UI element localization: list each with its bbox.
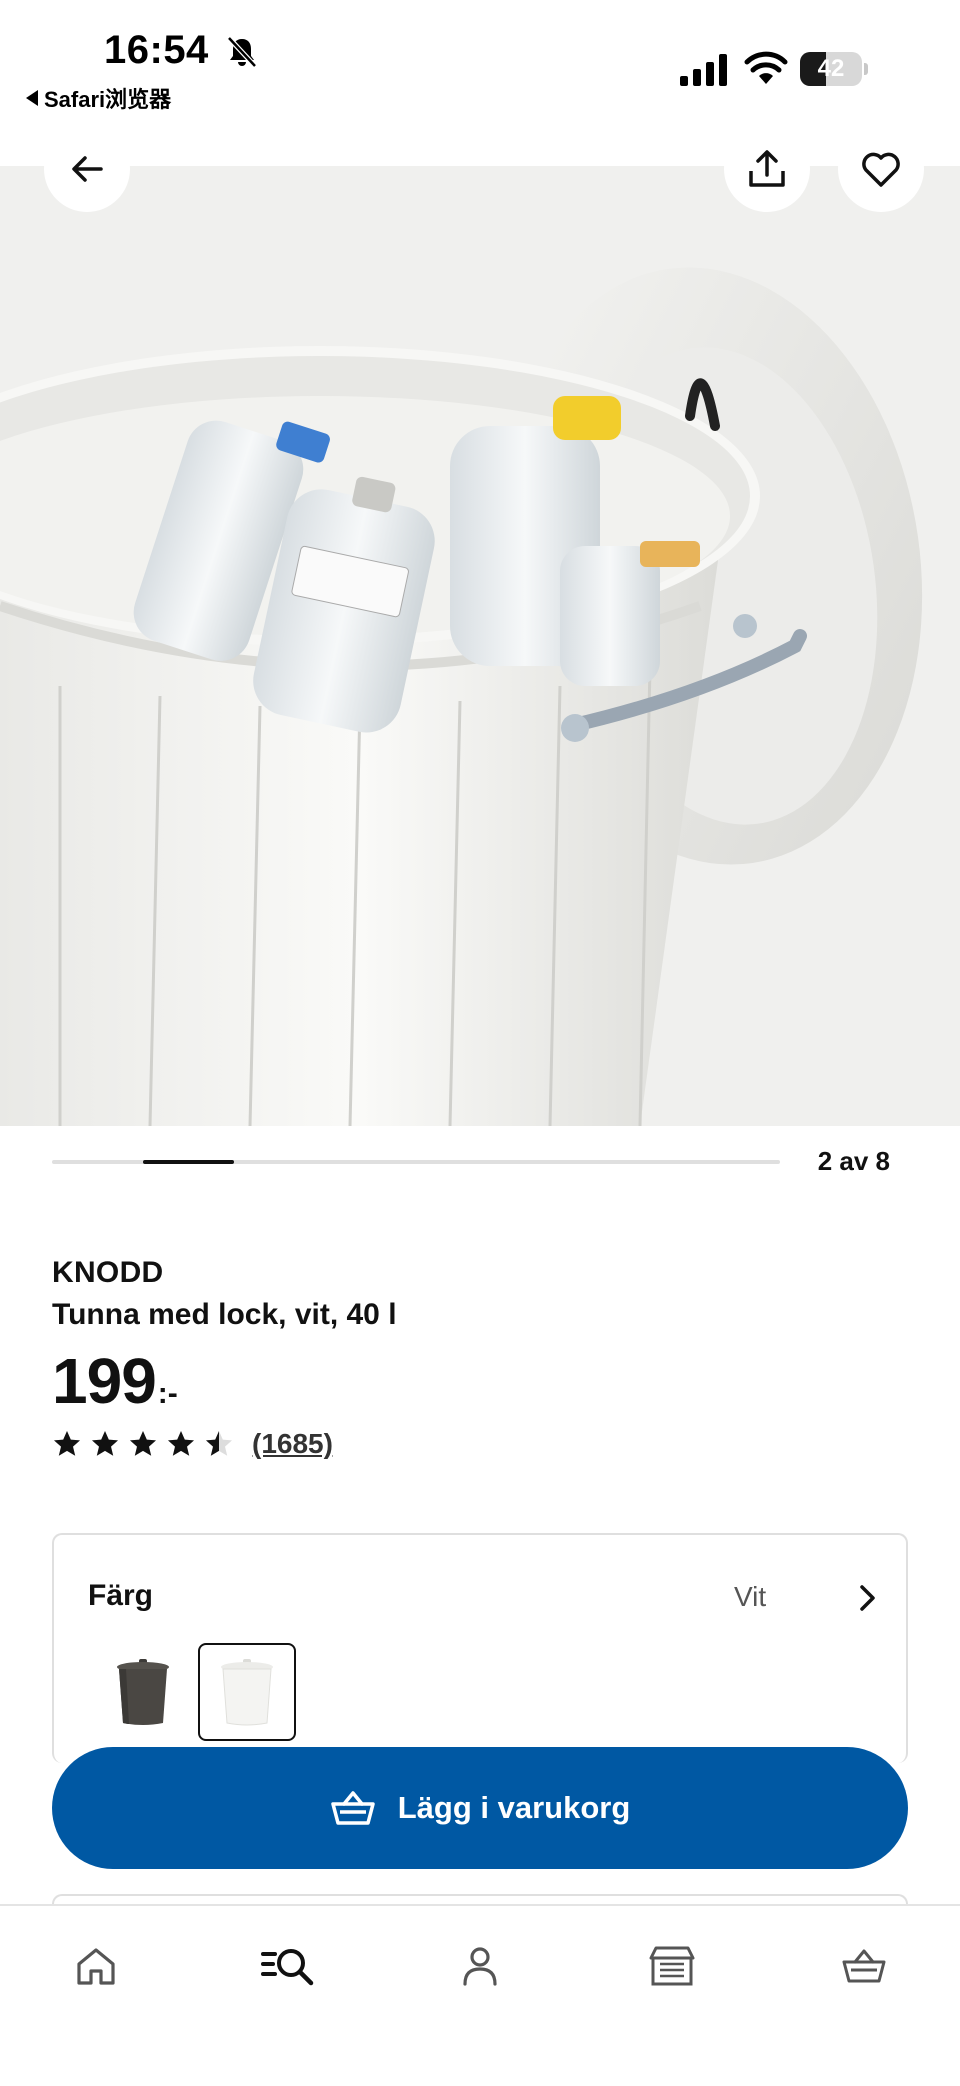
star-full-icon (130, 1431, 156, 1456)
chevron-right-icon[interactable] (852, 1581, 882, 1615)
search-icon (261, 1949, 314, 1986)
carousel-counter: 2 av 8 (817, 1146, 890, 1176)
favorite-button[interactable] (838, 126, 924, 212)
add-to-cart-button[interactable]: Lägg i varukorg (52, 1747, 908, 1869)
nav-store[interactable] (642, 1936, 702, 1996)
trash-can-dark-icon (117, 1659, 169, 1725)
nav-profile[interactable] (450, 1936, 510, 1996)
color-swatch-white[interactable] (198, 1643, 296, 1741)
share-icon (749, 150, 785, 187)
product-description: Tunna med lock, vit, 40 l (52, 1298, 397, 1331)
color-selector-card[interactable]: Färg Vit (52, 1533, 908, 1763)
cart-icon (842, 1949, 886, 1983)
product-rating[interactable]: (1685) (52, 1428, 333, 1460)
arrow-left-icon (72, 156, 103, 182)
profile-icon (463, 1947, 497, 1986)
store-icon (649, 1946, 695, 1986)
star-full-icon (54, 1431, 80, 1456)
rating-stars (52, 1429, 234, 1459)
shopping-basket-icon (330, 1791, 375, 1825)
bottom-navigation (0, 1904, 960, 2086)
trash-can-white-icon (221, 1659, 273, 1726)
wifi-icon (744, 51, 788, 84)
nav-cart[interactable] (834, 1936, 894, 1996)
star-half-icon (206, 1431, 232, 1456)
nav-home[interactable] (66, 1936, 126, 1996)
back-to-app-link[interactable]: Safari浏览器 (26, 82, 171, 114)
signal-icon (680, 54, 727, 86)
share-button[interactable] (724, 126, 810, 212)
battery-level: 42 (817, 55, 845, 82)
star-full-icon (92, 1431, 118, 1456)
bell-off-icon (227, 36, 257, 68)
home-icon (77, 1948, 115, 1985)
product-price: 199 :- (52, 1344, 178, 1418)
color-swatch-dark-grey[interactable] (94, 1643, 192, 1741)
product-image[interactable] (0, 166, 960, 1126)
carousel-progress (52, 1160, 780, 1164)
review-count-link[interactable]: (1685) (252, 1428, 333, 1460)
price-suffix: :- (157, 1377, 178, 1410)
color-label: Färg (88, 1579, 154, 1612)
price-integer: 199 (52, 1345, 157, 1417)
color-selected-value: Vit (734, 1581, 767, 1612)
status-bar: 16:54 Safari浏览器 42 (0, 0, 960, 120)
star-full-icon (168, 1431, 194, 1456)
carousel-progress-thumb (143, 1160, 234, 1164)
back-triangle-icon (26, 90, 38, 106)
battery-icon: 42 (800, 52, 868, 86)
status-time: 16:54 (104, 28, 209, 72)
back-button[interactable] (44, 126, 130, 212)
heart-icon (862, 152, 900, 187)
add-to-cart-label: Lägg i varukorg (397, 1790, 631, 1825)
product-brand: KNODD (52, 1256, 164, 1289)
nav-search[interactable] (258, 1936, 318, 1996)
back-app-label: Safari浏览器 (44, 87, 172, 112)
trash-can-illustration (0, 166, 960, 1126)
